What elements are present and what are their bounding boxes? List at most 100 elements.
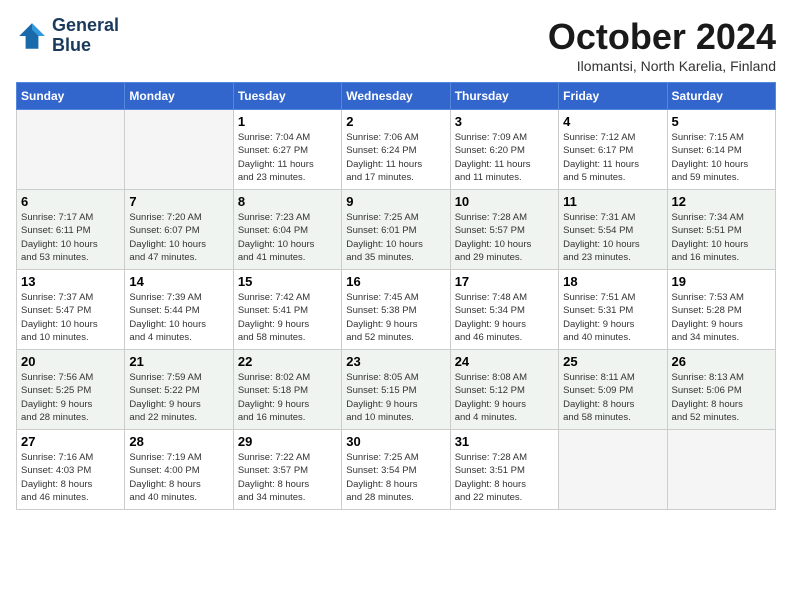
month-title: October 2024 [548,16,776,58]
day-info: Sunrise: 7:34 AM Sunset: 5:51 PM Dayligh… [672,211,771,264]
calendar-cell: 1 Sunrise: 7:04 AM Sunset: 6:27 PM Daylig… [233,110,341,190]
day-number: 20 [21,354,120,369]
day-info: Sunrise: 8:13 AM Sunset: 5:06 PM Dayligh… [672,371,771,424]
day-info: Sunrise: 7:53 AM Sunset: 5:28 PM Dayligh… [672,291,771,344]
calendar-cell: 5Sunrise: 7:15 AM Sunset: 6:14 PM Daylig… [667,110,775,190]
calendar-cell: 12 Sunrise: 7:34 AM Sunset: 5:51 PM Dayli… [667,190,775,270]
day-info: Sunrise: 7:37 AM Sunset: 5:47 PM Dayligh… [21,291,120,344]
title-area: October 2024 Ilomantsi, North Karelia, F… [548,16,776,74]
day-number: 27 [21,434,120,449]
calendar-cell: 3Sunrise: 7:09 AM Sunset: 6:20 PM Daylig… [450,110,558,190]
calendar-cell: 22Sunrise: 8:02 AM Sunset: 5:18 PM Dayli… [233,350,341,430]
weekday-header: Wednesday [342,83,450,110]
day-number: 28 [129,434,228,449]
day-number: 24 [455,354,554,369]
day-number: 23 [346,354,445,369]
weekday-header: Tuesday [233,83,341,110]
day-info: Sunrise: 7:19 AM Sunset: 4:00 PM Dayligh… [129,451,228,504]
calendar-cell [17,110,125,190]
day-number: 31 [455,434,554,449]
calendar-header-row: SundayMondayTuesdayWednesdayThursdayFrid… [17,83,776,110]
day-info: Sunrise: 7:28 AM Sunset: 3:51 PM Dayligh… [455,451,554,504]
day-number: 16 [346,274,445,289]
calendar-cell [667,430,775,510]
calendar-cell: 10 Sunrise: 7:28 AM Sunset: 5:57 PM Dayli… [450,190,558,270]
day-number: 29 [238,434,337,449]
calendar-cell: 9 Sunrise: 7:25 AM Sunset: 6:01 PM Daylig… [342,190,450,270]
weekday-header: Thursday [450,83,558,110]
logo-text: General Blue [52,16,119,56]
calendar-cell: 11 Sunrise: 7:31 AM Sunset: 5:54 PM Dayli… [559,190,667,270]
weekday-header: Monday [125,83,233,110]
calendar-cell: 8 Sunrise: 7:23 AM Sunset: 6:04 PM Daylig… [233,190,341,270]
calendar-week-row: 20 Sunrise: 7:56 AM Sunset: 5:25 PM Dayli… [17,350,776,430]
calendar-cell: 14 Sunrise: 7:39 AM Sunset: 5:44 PM Dayli… [125,270,233,350]
day-info: Sunrise: 7:23 AM Sunset: 6:04 PM Dayligh… [238,211,337,264]
day-info: Sunrise: 8:08 AM Sunset: 5:12 PM Dayligh… [455,371,554,424]
calendar-cell: 21Sunrise: 7:59 AM Sunset: 5:22 PM Dayli… [125,350,233,430]
calendar-cell: 31 Sunrise: 7:28 AM Sunset: 3:51 PM Dayli… [450,430,558,510]
day-info: Sunrise: 7:09 AM Sunset: 6:20 PM Dayligh… [455,131,554,184]
day-number: 1 [238,114,337,129]
day-number: 9 [346,194,445,209]
calendar-cell: 19 Sunrise: 7:53 AM Sunset: 5:28 PM Dayli… [667,270,775,350]
calendar-cell: 16 Sunrise: 7:45 AM Sunset: 5:38 PM Dayli… [342,270,450,350]
day-info: Sunrise: 7:59 AM Sunset: 5:22 PM Dayligh… [129,371,228,424]
calendar: SundayMondayTuesdayWednesdayThursdayFrid… [16,82,776,510]
day-info: Sunrise: 7:17 AM Sunset: 6:11 PM Dayligh… [21,211,120,264]
calendar-cell [559,430,667,510]
calendar-cell: 2 Sunrise: 7:06 AM Sunset: 6:24 PM Daylig… [342,110,450,190]
calendar-cell: 6 Sunrise: 7:17 AM Sunset: 6:11 PM Daylig… [17,190,125,270]
calendar-cell: 26 Sunrise: 8:13 AM Sunset: 5:06 PM Dayli… [667,350,775,430]
day-info: Sunrise: 7:56 AM Sunset: 5:25 PM Dayligh… [21,371,120,424]
day-number: 18 [563,274,662,289]
day-number: 25 [563,354,662,369]
day-info: Sunrise: 7:06 AM Sunset: 6:24 PM Dayligh… [346,131,445,184]
day-info: Sunrise: 7:04 AM Sunset: 6:27 PM Dayligh… [238,131,337,184]
calendar-cell: 7Sunrise: 7:20 AM Sunset: 6:07 PM Daylig… [125,190,233,270]
day-info: Sunrise: 7:12 AM Sunset: 6:17 PM Dayligh… [563,131,662,184]
calendar-cell: 30Sunrise: 7:25 AM Sunset: 3:54 PM Dayli… [342,430,450,510]
day-number: 11 [563,194,662,209]
calendar-cell [125,110,233,190]
day-info: Sunrise: 7:31 AM Sunset: 5:54 PM Dayligh… [563,211,662,264]
calendar-cell: 4 Sunrise: 7:12 AM Sunset: 6:17 PM Daylig… [559,110,667,190]
calendar-week-row: 27 Sunrise: 7:16 AM Sunset: 4:03 PM Dayli… [17,430,776,510]
day-number: 8 [238,194,337,209]
logo-icon [16,20,48,52]
day-info: Sunrise: 7:42 AM Sunset: 5:41 PM Dayligh… [238,291,337,344]
day-number: 12 [672,194,771,209]
location: Ilomantsi, North Karelia, Finland [548,58,776,74]
day-number: 19 [672,274,771,289]
day-number: 2 [346,114,445,129]
day-number: 4 [563,114,662,129]
calendar-cell: 23 Sunrise: 8:05 AM Sunset: 5:15 PM Dayli… [342,350,450,430]
day-info: Sunrise: 7:45 AM Sunset: 5:38 PM Dayligh… [346,291,445,344]
weekday-header: Friday [559,83,667,110]
header: General Blue October 2024 Ilomantsi, Nor… [16,16,776,74]
day-info: Sunrise: 7:25 AM Sunset: 3:54 PM Dayligh… [346,451,445,504]
day-number: 26 [672,354,771,369]
day-number: 14 [129,274,228,289]
day-info: Sunrise: 8:05 AM Sunset: 5:15 PM Dayligh… [346,371,445,424]
day-number: 10 [455,194,554,209]
weekday-header: Sunday [17,83,125,110]
day-info: Sunrise: 7:48 AM Sunset: 5:34 PM Dayligh… [455,291,554,344]
calendar-cell: 20 Sunrise: 7:56 AM Sunset: 5:25 PM Dayli… [17,350,125,430]
day-info: Sunrise: 7:22 AM Sunset: 3:57 PM Dayligh… [238,451,337,504]
calendar-cell: 13Sunrise: 7:37 AM Sunset: 5:47 PM Dayli… [17,270,125,350]
day-info: Sunrise: 7:28 AM Sunset: 5:57 PM Dayligh… [455,211,554,264]
logo: General Blue [16,16,119,56]
day-info: Sunrise: 7:25 AM Sunset: 6:01 PM Dayligh… [346,211,445,264]
day-info: Sunrise: 7:16 AM Sunset: 4:03 PM Dayligh… [21,451,120,504]
day-number: 7 [129,194,228,209]
calendar-cell: 18 Sunrise: 7:51 AM Sunset: 5:31 PM Dayli… [559,270,667,350]
day-info: Sunrise: 7:39 AM Sunset: 5:44 PM Dayligh… [129,291,228,344]
day-info: Sunrise: 7:51 AM Sunset: 5:31 PM Dayligh… [563,291,662,344]
calendar-cell: 17 Sunrise: 7:48 AM Sunset: 5:34 PM Dayli… [450,270,558,350]
weekday-header: Saturday [667,83,775,110]
day-number: 17 [455,274,554,289]
calendar-week-row: 13Sunrise: 7:37 AM Sunset: 5:47 PM Dayli… [17,270,776,350]
day-number: 6 [21,194,120,209]
calendar-cell: 15Sunrise: 7:42 AM Sunset: 5:41 PM Dayli… [233,270,341,350]
